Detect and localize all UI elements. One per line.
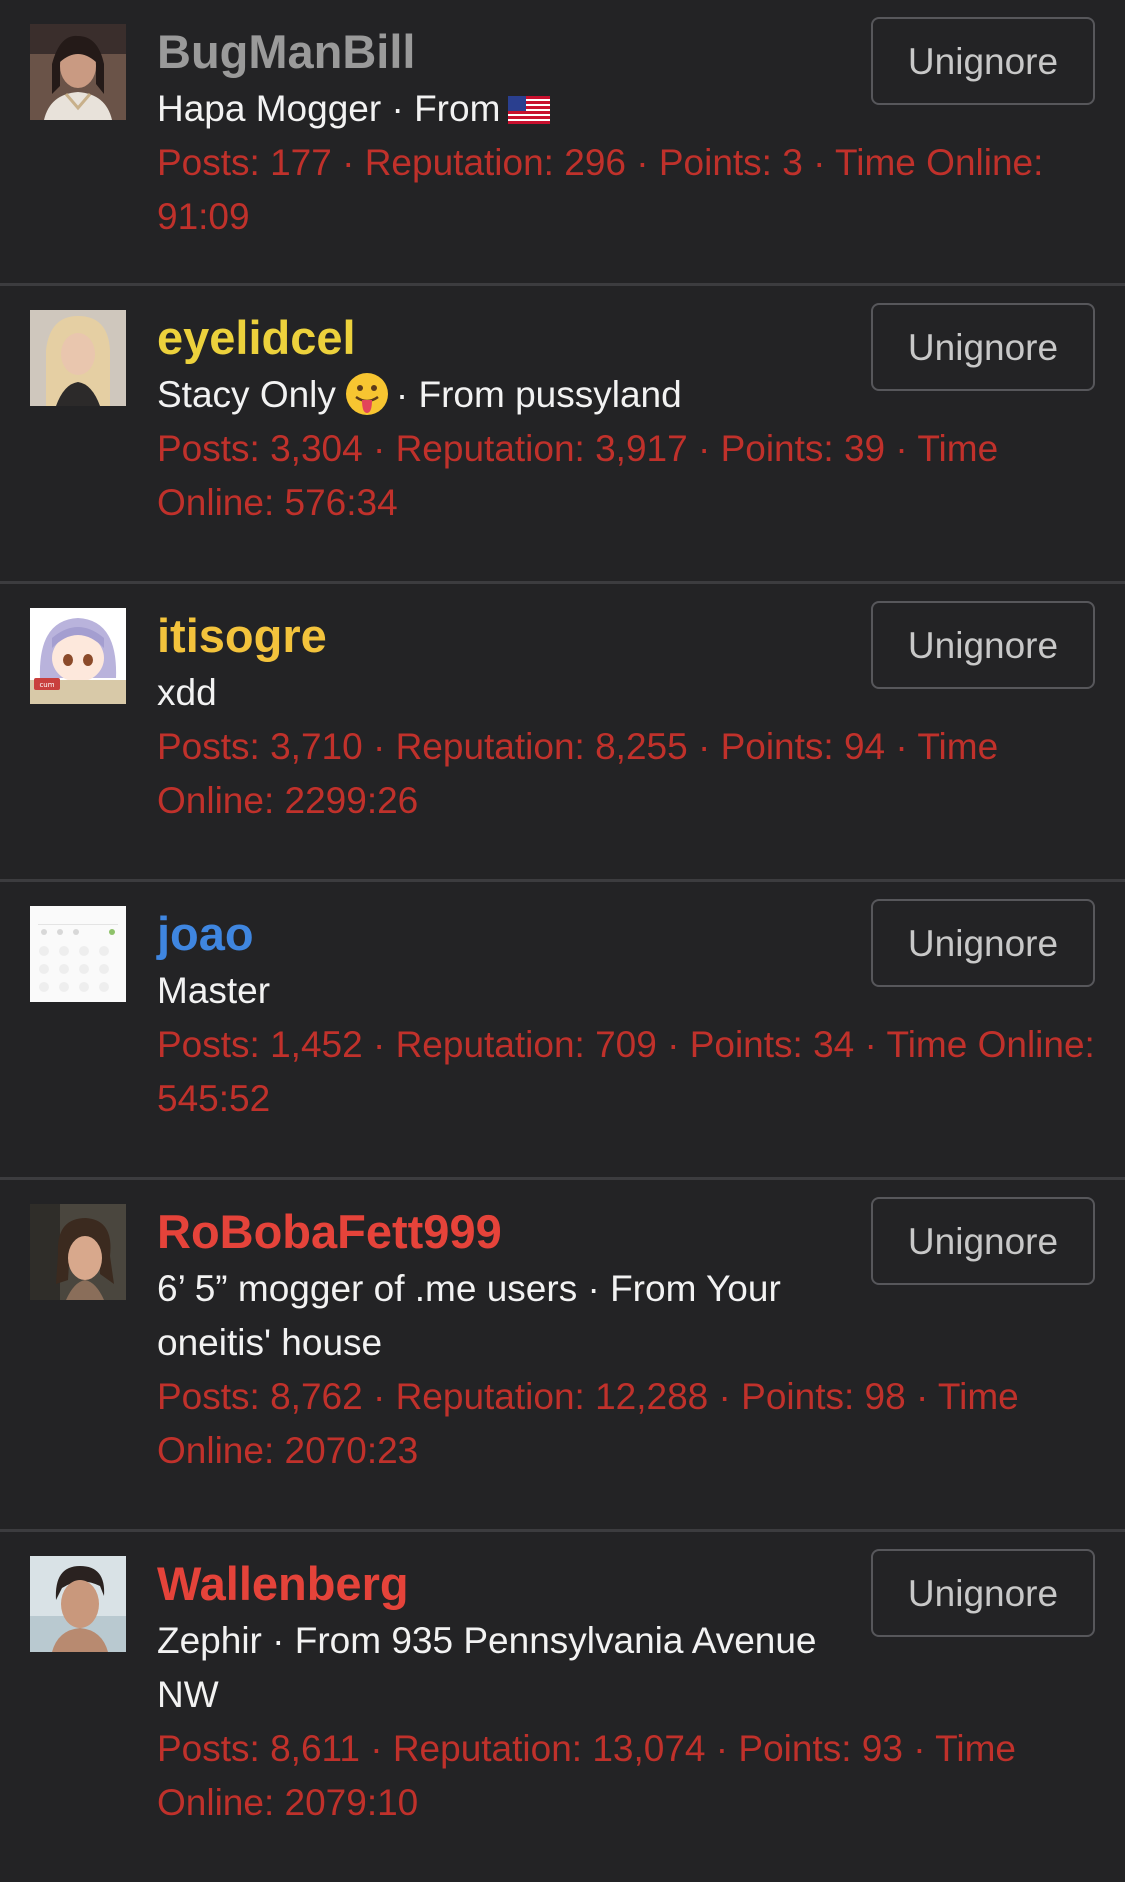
avatar[interactable] [30, 906, 126, 1002]
user-title: Stacy Only · From pussyland [157, 368, 877, 422]
user-row: eyelidcel Stacy Only · From pussyland Po… [0, 286, 1125, 584]
user-title-location: · From pussyland [395, 374, 682, 415]
avatar-photo-icon [30, 310, 126, 406]
user-title: 6’ 5” mogger of .me users · From Your on… [157, 1268, 781, 1363]
avatar[interactable] [30, 24, 126, 120]
user-stats: Posts: 3,710 · Reputation: 8,255 · Point… [157, 726, 999, 821]
us-flag-icon [508, 96, 551, 124]
unignore-button[interactable]: Unignore [871, 1549, 1095, 1637]
unignore-button[interactable]: Unignore [871, 1197, 1095, 1285]
user-stats: Posts: 8,762 · Reputation: 12,288 · Poin… [157, 1376, 1019, 1471]
user-row: cum itisogre xdd Posts: 3,710 · Reputati… [0, 584, 1125, 882]
svg-text:cum: cum [39, 681, 54, 689]
avatar[interactable] [30, 1204, 126, 1300]
avatar[interactable] [30, 310, 126, 406]
user-stats: Posts: 3,304 · Reputation: 3,917 · Point… [157, 428, 999, 523]
user-title: Zephir · From 935 Pennsylvania Avenue NW [157, 1620, 817, 1715]
ignored-users-list: BugManBill Hapa Mogger · From Posts: 177… [0, 0, 1125, 1882]
user-row: Wallenberg Zephir · From 935 Pennsylvani… [0, 1532, 1125, 1882]
user-title: xdd [157, 672, 217, 713]
unignore-button[interactable]: Unignore [871, 303, 1095, 391]
avatar-photo-icon [30, 24, 126, 120]
user-stats: Posts: 177 · Reputation: 296 · Points: 3… [157, 142, 1044, 237]
user-title: Hapa Mogger · From [157, 82, 877, 136]
user-title-text: Stacy Only [157, 374, 336, 415]
avatar[interactable] [30, 1556, 126, 1652]
tongue-emoji-icon [345, 373, 388, 415]
unignore-button[interactable]: Unignore [871, 899, 1095, 987]
avatar-photo-icon [30, 1556, 126, 1652]
user-stats: Posts: 1,452 · Reputation: 709 · Points:… [157, 1024, 1095, 1119]
user-row: RoBobaFett999 6’ 5” mogger of .me users … [0, 1180, 1125, 1532]
avatar-anime-icon: cum [30, 608, 126, 704]
user-row: BugManBill Hapa Mogger · From Posts: 177… [0, 0, 1125, 286]
avatar[interactable]: cum [30, 608, 126, 704]
user-title-text: Hapa Mogger · From [157, 88, 501, 129]
user-stats: Posts: 8,611 · Reputation: 13,074 · Poin… [157, 1728, 1017, 1823]
user-title: Master [157, 970, 271, 1011]
unignore-button[interactable]: Unignore [871, 601, 1095, 689]
unignore-button[interactable]: Unignore [871, 17, 1095, 105]
avatar-calculator-icon [30, 906, 126, 1002]
user-row: joao Master Posts: 1,452 · Reputation: 7… [0, 882, 1125, 1180]
avatar-photo-icon [30, 1204, 126, 1300]
